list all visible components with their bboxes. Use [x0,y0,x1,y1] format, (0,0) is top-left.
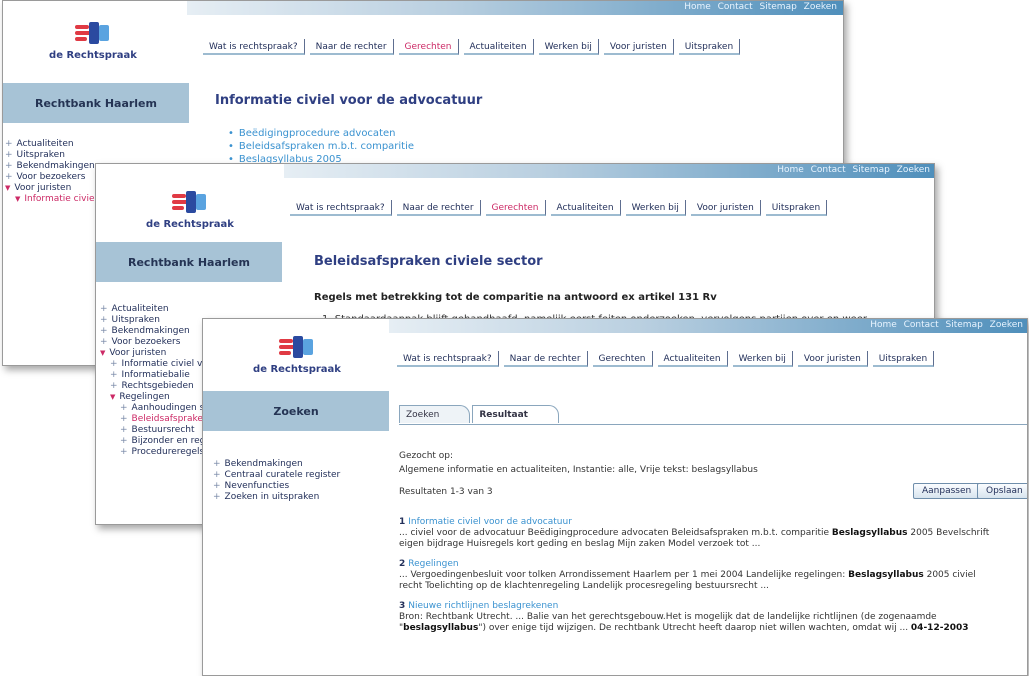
rechtspraak-logo-icon [172,190,208,214]
nav-werken-bij[interactable]: Werken bij [732,351,793,367]
main-nav: Wat is rechtspraak? Naar de rechter Gere… [397,351,939,367]
result-snippet: 2005 Bevelschrift [907,528,990,538]
nav-wat-is-rechtspraak[interactable]: Wat is rechtspraak? [290,200,392,216]
adjust-button[interactable]: Aanpassen [913,483,981,499]
result-number: 1 [399,517,406,527]
nav-gerechten[interactable]: Gerechten [592,351,653,367]
link-beedigingprocedure[interactable]: Beëdigingprocedure advocaten [228,127,414,140]
save-button[interactable]: Opslaan [977,483,1027,499]
result-snippet: 2005 civiel [923,570,976,580]
nav-actualiteiten[interactable]: Actualiteiten [463,39,534,55]
result-snippet: eigen bijdrage Huisregels kort geding en… [399,539,761,549]
searched-query: Algemene informatie en actualiteiten, In… [399,465,758,475]
nav-wat-is-rechtspraak[interactable]: Wat is rechtspraak? [397,351,499,367]
nav-voor-juristen[interactable]: Voor juristen [690,200,761,216]
result-keyword: beslagsyllabus [403,623,479,633]
result-number: 3 [399,601,406,611]
nav-naar-de-rechter[interactable]: Naar de rechter [309,39,394,55]
page-title: Beleidsafspraken civiele sector [314,254,543,269]
searched-label: Gezocht op: [399,451,454,461]
result-title-link[interactable]: Regelingen [408,559,458,569]
browser-window-zoeken: Home Contact Sitemap Zoeken de Rechtspra… [202,318,1028,676]
sidebar-item-zoeken-uitspraken[interactable]: Zoeken in uitspraken [213,492,340,503]
result-snippet: recht Toelichting op de klachtenregeling… [399,581,769,591]
nav-gerechten[interactable]: Gerechten [398,39,459,55]
search-result: 2 Regelingen ... Vergoedingenbesluit voor… [399,559,976,592]
top-links[interactable]: Home Contact Sitemap Zoeken [777,165,930,175]
logo[interactable]: de Rechtspraak [130,190,250,230]
result-snippet: ") over enige tijd wijzigen. De rechtban… [478,623,911,633]
sidebar-menu: Bekendmakingen Centraal curatele registe… [213,459,341,503]
sidebar-item-bekendmakingen[interactable]: Bekendmakingen [213,459,340,470]
result-number: 2 [399,559,406,569]
logo[interactable]: de Rechtspraak [33,21,153,61]
tab-resultaat[interactable]: Resultaat [472,405,559,423]
court-title: Rechtbank Haarlem [3,83,189,123]
court-title: Rechtbank Haarlem [96,242,282,282]
result-title-link[interactable]: Informatie civiel voor de advocatuur [408,517,572,527]
search-result: 3 Nieuwe richtlijnen beslagrekenen Bron: … [399,601,969,634]
logo-text: de Rechtspraak [253,364,341,375]
main-nav: Wat is rechtspraak? Naar de rechter Gere… [290,200,832,216]
sidebar-item-nevenfuncties[interactable]: Nevenfuncties [213,481,340,492]
nav-naar-de-rechter[interactable]: Naar de rechter [396,200,481,216]
result-snippet: ... Vergoedingenbesluit voor tolken Arro… [399,570,849,580]
nav-actualiteiten[interactable]: Actualiteiten [657,351,728,367]
logo[interactable]: de Rechtspraak [237,335,357,375]
result-date: 04-12-2003 [910,623,969,633]
section-heading: Regels met betrekking tot de comparitie … [314,292,717,303]
result-snippet: Bron: Rechtbank Utrecht. ... Balie van h… [399,612,937,622]
sidebar-title: Zoeken [203,391,389,431]
nav-voor-juristen[interactable]: Voor juristen [797,351,868,367]
rechtspraak-logo-icon [75,21,111,45]
main-nav: Wat is rechtspraak? Naar de rechter Gere… [203,39,745,55]
tab-bar: Zoeken Resultaat [399,405,561,423]
top-links[interactable]: Home Contact Sitemap Zoeken [870,320,1023,330]
result-title-link[interactable]: Nieuwe richtlijnen beslagrekenen [408,601,558,611]
sidebar-item-actualiteiten[interactable]: Actualiteiten [100,304,285,315]
result-keyword: Beslagsyllabus [848,570,924,580]
results-count: Resultaten 1-3 van 3 [399,487,493,497]
link-beleidsafspraken[interactable]: Beleidsafspraken m.b.t. comparitie [228,140,414,153]
search-result: 1 Informatie civiel voor de advocatuur ..… [399,517,989,550]
link-list: Beëdigingprocedure advocaten Beleidsafsp… [228,127,414,166]
rechtspraak-logo-icon [279,335,315,359]
sidebar-item-centraal-curatele[interactable]: Centraal curatele register [213,470,341,481]
nav-wat-is-rechtspraak[interactable]: Wat is rechtspraak? [203,39,305,55]
logo-text: de Rechtspraak [49,50,137,61]
page-title: Informatie civiel voor de advocatuur [215,93,483,108]
result-keyword: Beslagsyllabus [831,528,908,538]
nav-naar-de-rechter[interactable]: Naar de rechter [503,351,588,367]
sidebar-item-uitspraken[interactable]: Uitspraken [5,150,188,161]
nav-voor-juristen[interactable]: Voor juristen [603,39,674,55]
result-snippet: ... civiel voor de advocatuur Beëdigingp… [399,528,832,538]
logo-text: de Rechtspraak [146,219,234,230]
nav-actualiteiten[interactable]: Actualiteiten [550,200,621,216]
nav-uitspraken[interactable]: Uitspraken [678,39,741,55]
sidebar-item-actualiteiten[interactable]: Actualiteiten [5,139,188,150]
top-links[interactable]: Home Contact Sitemap Zoeken [684,2,837,12]
nav-uitspraken[interactable]: Uitspraken [872,351,935,367]
nav-gerechten[interactable]: Gerechten [485,200,546,216]
nav-werken-bij[interactable]: Werken bij [538,39,599,55]
tab-zoeken[interactable]: Zoeken [399,405,471,423]
nav-uitspraken[interactable]: Uitspraken [765,200,828,216]
tab-underline [399,424,1027,425]
nav-werken-bij[interactable]: Werken bij [625,200,686,216]
